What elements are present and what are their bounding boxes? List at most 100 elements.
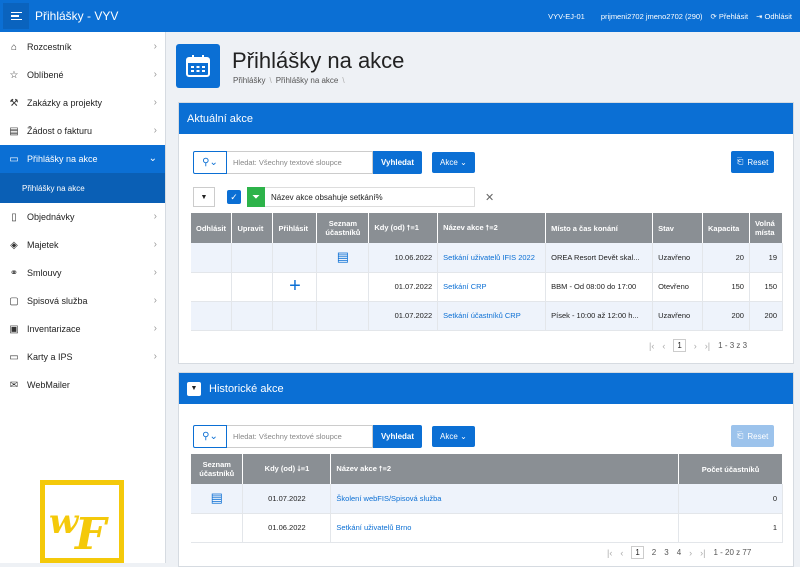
menu-toggle-button[interactable] — [3, 3, 29, 29]
sort-asc-icon: ⭡≡2 — [378, 464, 392, 473]
column-header[interactable]: Upravit — [231, 213, 274, 243]
box-icon: ◈ — [10, 239, 18, 251]
sort-asc-icon: ⭡≡1 — [406, 223, 419, 232]
sidebar-item-rozcestnik[interactable]: ⌂ Rozcestník › — [0, 33, 165, 61]
event-link[interactable]: Školení webFIS/Spisová služba — [330, 484, 680, 514]
actions-button[interactable]: Akce ⌄ — [432, 151, 475, 173]
relogin-link[interactable]: ⟳ Přehlásit — [711, 12, 749, 21]
column-header[interactable]: Kdy (od) ⭡≡1 — [368, 213, 439, 243]
sidebar-item-zadost[interactable]: ▤ Žádost o fakturu › — [0, 117, 165, 145]
search-icon: ⚲⌄ — [202, 430, 218, 442]
sidebar-item-oblibene[interactable]: ☆ Oblíbené › — [0, 61, 165, 89]
table-row: ▤ 01.07.2022 Školení webFIS/Spisová služ… — [191, 484, 783, 514]
filter-toggle-button[interactable]: ▼ — [193, 187, 215, 207]
sidebar-item-majetek[interactable]: ◈ Majetek › — [0, 231, 165, 259]
search-column-button[interactable]: ⚲⌄ — [193, 150, 227, 174]
reset-icon: ⎗ — [737, 157, 744, 166]
column-header[interactable]: Volná místa — [749, 213, 784, 243]
row-range: 1 - 3 z 3 — [718, 341, 748, 350]
page-number[interactable]: 1 — [673, 339, 686, 352]
column-header[interactable]: Počet účastníků — [678, 454, 783, 484]
actions-button[interactable]: Akce ⌄ — [432, 425, 475, 447]
table-row: 01.07.2022 Setkání účastníků CRP Písek -… — [191, 301, 784, 331]
find-button[interactable]: Vyhledat — [373, 150, 423, 174]
breadcrumb-item[interactable]: Přihlášky — [233, 76, 265, 85]
first-page-icon[interactable]: |‹ — [607, 548, 612, 558]
home-icon: ⌂ — [10, 41, 18, 53]
prev-page-icon[interactable]: ‹ — [620, 548, 623, 558]
collapse-toggle-button[interactable]: ▼ — [187, 381, 201, 396]
region-title: Historické akce — [209, 382, 284, 395]
filter-icon: ⏷ — [247, 187, 265, 207]
sidebar-item-webmailer[interactable]: ✉ WebMailer — [0, 371, 165, 399]
page-number[interactable]: 3 — [664, 548, 668, 557]
sidebar-item-spisova[interactable]: ▢ Spisová služba › — [0, 287, 165, 315]
top-bar: Přihlášky - VYV VYV-EJ-01 prijmeni2702 j… — [0, 0, 800, 32]
row-range: 1 - 20 z 77 — [713, 548, 752, 557]
reset-button[interactable]: ⎗ Reset — [731, 425, 775, 447]
event-link[interactable]: Setkání uživatelů Brno — [330, 513, 680, 543]
register-plus-icon[interactable]: + — [289, 275, 301, 297]
remove-filter-icon[interactable]: ✕ — [485, 191, 494, 204]
region-aktualni-akce: Aktuální akce ⚲⌄ Hledat: Všechny textové… — [178, 102, 794, 364]
event-link[interactable]: Setkání účastníků CRP — [437, 301, 547, 331]
monitor-icon: ▣ — [9, 323, 19, 335]
event-link[interactable]: Setkání uživatelů IFIS 2022 — [437, 243, 547, 273]
table-row: ▤ 10.06.2022 Setkání uživatelů IFIS 2022… — [191, 243, 784, 273]
column-header[interactable]: Místo a čas konání — [545, 213, 654, 243]
column-header[interactable]: Stav — [652, 213, 703, 243]
page-title: Přihlášky na akce — [232, 48, 405, 73]
event-link[interactable]: Setkání CRP — [437, 272, 547, 302]
region-title: Aktuální akce — [179, 103, 793, 134]
next-page-icon[interactable]: › — [694, 341, 697, 351]
column-header[interactable]: Kdy (od) ⭣≡1 — [242, 454, 332, 484]
sort-asc-icon: ⭡≡2 — [485, 223, 498, 232]
search-input[interactable]: Hledat: Všechny textové sloupce — [227, 424, 373, 448]
sidebar-item-objednavky[interactable]: ▯ Objednávky › — [0, 203, 165, 231]
participants-list-icon[interactable]: ▤ — [337, 249, 349, 264]
prev-page-icon[interactable]: ‹ — [662, 341, 665, 351]
participants-list-icon[interactable]: ▤ — [211, 490, 223, 505]
first-page-icon[interactable]: |‹ — [649, 341, 654, 351]
document-icon: ▤ — [9, 125, 19, 137]
page-number[interactable]: 4 — [677, 548, 681, 557]
svg-text:F: F — [73, 509, 109, 558]
next-page-icon[interactable]: › — [689, 548, 692, 558]
user-name[interactable]: prijmeni2702 jmeno2702 (290) — [601, 12, 703, 21]
column-header[interactable]: Název akce ⭡≡2 — [330, 454, 680, 484]
sidebar-item-karty[interactable]: ▭ Karty a IPS › — [0, 343, 165, 371]
breadcrumb: Přihlášky \ Přihlášky na akce \ — [233, 76, 345, 85]
wf-logo: w F — [40, 480, 124, 563]
sidebar-item-prihlasky[interactable]: ▭ Přihlášky na akce ⌄ — [0, 145, 165, 173]
reset-icon: ⎗ — [737, 431, 744, 440]
region-header: ▼ Historické akce — [179, 373, 793, 404]
column-header[interactable]: Odhlásit — [191, 213, 233, 243]
environment-label: VYV-EJ-01 — [548, 11, 585, 21]
tools-icon: ⚒ — [9, 97, 19, 109]
last-page-icon[interactable]: ›| — [705, 341, 710, 351]
page-number[interactable]: 2 — [652, 548, 656, 557]
filter-text[interactable]: Název akce obsahuje setkání% — [265, 187, 475, 207]
table-row: 01.06.2022 Setkání uživatelů Brno 1 — [191, 513, 783, 543]
column-header[interactable]: Přihlásit — [272, 213, 318, 243]
search-input[interactable]: Hledat: Všechny textové sloupce — [227, 150, 373, 174]
column-header[interactable]: Seznam účastníků — [316, 213, 370, 243]
search-column-button[interactable]: ⚲⌄ — [193, 424, 227, 448]
column-header[interactable]: Seznam účastníků — [191, 454, 244, 484]
reset-button[interactable]: ⎗ Reset — [731, 151, 775, 173]
pagination: |‹ ‹ 1 › ›| 1 - 3 z 3 — [649, 339, 747, 352]
sidebar-item-smlouvy[interactable]: ⚭ Smlouvy › — [0, 259, 165, 287]
card-icon: ▭ — [9, 153, 19, 165]
sidebar-item-inventarizace[interactable]: ▣ Inventarizace › — [0, 315, 165, 343]
logout-link[interactable]: ⇥ Odhlásit — [756, 12, 792, 21]
last-page-icon[interactable]: ›| — [700, 548, 705, 558]
find-button[interactable]: Vyhledat — [373, 424, 423, 448]
column-header[interactable]: Název akce ⭡≡2 — [437, 213, 547, 243]
sidebar-subitem-prihlasky[interactable]: Přihlášky na akce — [0, 173, 165, 203]
filter-checkbox[interactable]: ✓ — [227, 190, 241, 204]
sidebar-item-zakazky[interactable]: ⚒ Zakázky a projekty › — [0, 89, 165, 117]
page-number[interactable]: 1 — [631, 546, 644, 559]
column-header[interactable]: Kapacita — [702, 213, 750, 243]
app-title[interactable]: Přihlášky - VYV — [35, 9, 118, 23]
file-icon: ▢ — [9, 295, 19, 307]
